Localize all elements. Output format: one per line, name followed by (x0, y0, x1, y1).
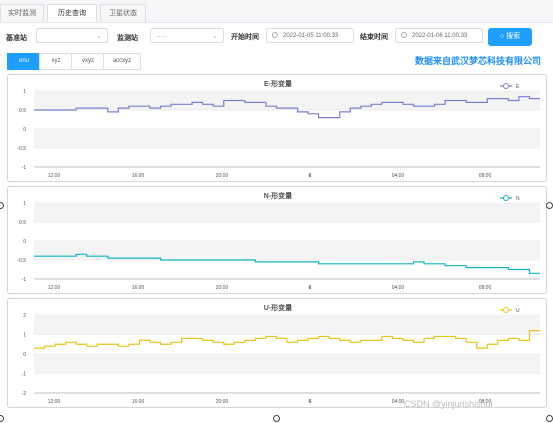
tab-realtime[interactable]: 实时监测 (0, 4, 44, 22)
legend-marker (503, 83, 509, 89)
sub-tab-accxyz[interactable]: accxyz (103, 53, 141, 70)
search-button[interactable]: ○ 搜索 (488, 28, 532, 46)
x-tick-label: 04:00 (392, 173, 405, 179)
x-tick-label: 04:00 (392, 399, 405, 405)
base-station-label: 基准站 (6, 35, 27, 42)
data-source-text: 数据来自武汉梦芯科技有限公司 (415, 56, 542, 66)
chart-n: N-形变量 N 1 0.5 0 -0.5 -1 12:00 16:00 20:00 6 04:00 08… (17, 191, 540, 291)
x-tick-label: 08:00 (479, 173, 492, 179)
y-tick-label: 0.5 (19, 220, 26, 226)
y-tick-label: 0 (23, 127, 26, 133)
end-time-value: 2022-01-06 11:00:33 (412, 33, 468, 39)
tab-satellite[interactable]: 卫星状态 (100, 4, 146, 22)
x-tick-label: 20:00 (216, 173, 229, 179)
legend-marker (503, 307, 509, 313)
chart-panel-u: U-形变量 U 2 1 0 -1 -2 12:00 16:00 20:00 6 04:00 08:00 (7, 298, 547, 408)
start-time-input[interactable]: 2022-01-05 11:00:33 (266, 28, 354, 43)
resize-handle-left[interactable] (0, 202, 4, 209)
x-tick-label: 6 (309, 285, 312, 291)
y-tick-label: -1 (22, 372, 27, 378)
y-tick-label: -1 (22, 165, 27, 171)
chart-title: U-形变量 (264, 303, 292, 312)
y-tick-label: 0 (23, 352, 26, 358)
start-time-label: 开始时间 (231, 34, 259, 41)
x-tick-label: 04:00 (392, 285, 405, 291)
chevron-down-icon: ⌄ (96, 33, 102, 40)
y-tick-label: 0.5 (19, 108, 26, 114)
legend-label: N (516, 196, 520, 202)
chart-legend: U (500, 307, 520, 314)
x-tick-label: 6 (309, 399, 312, 405)
monitor-station-label: 监测站 (117, 35, 138, 42)
y-tick-label: 1 (23, 333, 26, 339)
legend-label: E (516, 84, 520, 90)
sub-tab-vxyz[interactable]: vxyz (71, 53, 105, 70)
x-tick-label: 08:00 (479, 285, 492, 291)
end-time-label: 结束时间 (360, 34, 388, 41)
monitor-station-value: ...... (157, 33, 168, 39)
start-time-value: 2022-01-05 11:00:33 (283, 33, 339, 39)
x-tick-label: 12:00 (48, 399, 61, 405)
chart-title: E-形变量 (264, 79, 292, 88)
y-tick-label: 1 (23, 89, 26, 95)
resize-handle-bottom-right[interactable] (546, 415, 553, 422)
watermark: CSDN @yinjunshishui (404, 399, 493, 409)
chart-panel-n: N-形变量 N 1 0.5 0 -0.5 -1 12:00 16:00 20:00 6 04:00 08… (7, 186, 547, 294)
y-tick-label: 2 (23, 313, 26, 319)
chart-e: E-形变量 E 1 0.5 0 -0.5 -1 12:00 16:00 20:00 6 04:00 08… (17, 79, 540, 179)
chart-legend: E (500, 83, 520, 90)
sub-tab-xyz[interactable]: xyz (39, 53, 73, 70)
app-window: 实时监测 历史查询 卫星状态 基准站 ⌄ 监测站 ...... ⌄ 开始时间 2… (0, 0, 553, 423)
filter-row: 基准站 ⌄ 监测站 ...... ⌄ 开始时间 2022-01-05 11:00… (0, 23, 553, 53)
y-tick-label: -2 (22, 391, 27, 397)
y-tick-label: -0.5 (17, 146, 26, 152)
end-time-input[interactable]: 2022-01-06 11:00:33 (395, 28, 483, 43)
grid-band (34, 241, 540, 260)
x-tick-label: 16:00 (132, 399, 145, 405)
chevron-down-icon: ⌄ (212, 33, 218, 40)
x-tick-label: 16:00 (132, 285, 145, 291)
x-tick-label: 6 (309, 173, 312, 179)
chart-panel-e: E-形变量 E 1 0.5 0 -0.5 -1 12:00 16:00 20:00 6 04:00 08… (7, 74, 547, 182)
sub-tab-enu[interactable]: enu (7, 53, 41, 70)
x-tick-label: 20:00 (216, 285, 229, 291)
grid-band (34, 129, 540, 148)
top-tab-bar: 实时监测 历史查询 卫星状态 (0, 0, 553, 23)
resize-handle-bottom[interactable] (273, 415, 280, 422)
y-tick-label: 1 (23, 201, 26, 207)
x-tick-label: 20:00 (216, 399, 229, 405)
search-button-label: 搜索 (506, 33, 521, 40)
y-tick-label: -1 (22, 277, 27, 283)
resize-handle-bottom-left[interactable] (0, 415, 4, 422)
chart-title: N-形变量 (264, 191, 292, 200)
grid-band (34, 315, 540, 335)
chart-u: U-形变量 U210-1-212:00 16:00 20:00 6 04:00 08:00 (22, 303, 540, 405)
clock-icon (272, 32, 278, 38)
y-tick-label: 0 (23, 239, 26, 245)
chart-legend: N (500, 195, 520, 202)
x-tick-label: 12:00 (48, 173, 61, 179)
monitor-station-select[interactable]: ...... ⌄ (150, 28, 224, 43)
clock-icon (401, 32, 407, 38)
grid-band (34, 203, 540, 222)
base-station-select[interactable]: ⌄ (36, 28, 108, 43)
grid-band (34, 354, 540, 374)
y-tick-label: -0.5 (17, 258, 26, 264)
resize-handle-right[interactable] (546, 202, 553, 209)
tab-history[interactable]: 历史查询 (47, 4, 97, 22)
x-tick-label: 12:00 (48, 285, 61, 291)
legend-marker (503, 195, 509, 201)
x-tick-label: 16:00 (132, 173, 145, 179)
legend-label: U (516, 308, 520, 314)
